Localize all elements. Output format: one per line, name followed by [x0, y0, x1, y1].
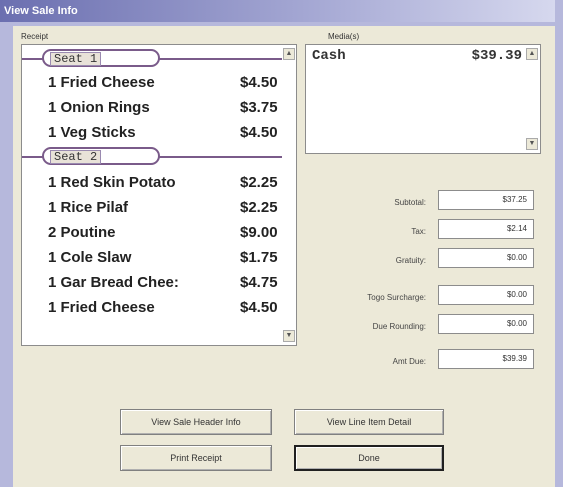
item-price: $4.50	[240, 124, 278, 141]
item-name: 1 Cole Slaw	[48, 249, 132, 266]
list-item[interactable]: 1 Red Skin Potato $2.25	[48, 172, 284, 194]
list-item[interactable]: 1 Cole Slaw $1.75	[48, 247, 284, 269]
media-row[interactable]: Cash $39.39	[312, 48, 522, 66]
amount-due-field[interactable]: $39.39	[438, 349, 534, 369]
item-name: 1 Gar Bread Chee:	[48, 274, 179, 291]
view-sale-header-info-button[interactable]: View Sale Header Info	[120, 409, 272, 435]
subtotal-label: Subtotal:	[394, 198, 426, 207]
print-receipt-button[interactable]: Print Receipt	[120, 445, 272, 471]
view-sale-info-window: View Sale Info Receipt Media(s) Seat 1 1…	[0, 0, 555, 487]
amount-due-label: Amt Due:	[392, 357, 426, 366]
subtotal-field[interactable]: $37.25	[438, 190, 534, 210]
media-list[interactable]: Cash $39.39 ▲ ▼	[305, 44, 541, 154]
list-item[interactable]: 1 Veg Sticks $4.50	[48, 122, 284, 144]
window-title: View Sale Info	[0, 0, 555, 22]
tax-label: Tax:	[411, 227, 426, 236]
item-price: $2.25	[240, 199, 278, 216]
item-name: 1 Fried Cheese	[48, 74, 155, 91]
togo-surcharge-label: Togo Surcharge:	[367, 293, 426, 302]
gratuity-field[interactable]: $0.00	[438, 248, 534, 268]
due-rounding-label: Due Rounding:	[372, 322, 426, 331]
item-name: 1 Onion Rings	[48, 99, 150, 116]
item-name: 2 Poutine	[48, 224, 116, 241]
item-price: $4.50	[240, 74, 278, 91]
item-price: $3.75	[240, 99, 278, 116]
scroll-down-icon[interactable]: ▼	[283, 330, 295, 342]
seat-label: Seat 2	[50, 150, 102, 164]
item-name: 1 Rice Pilaf	[48, 199, 129, 216]
seat-header-2: Seat 2	[22, 147, 284, 167]
item-name: 1 Red Skin Potato	[48, 174, 176, 191]
tax-field[interactable]: $2.14	[438, 219, 534, 239]
scroll-down-icon[interactable]: ▼	[526, 138, 538, 150]
seat-label: Seat 1	[50, 52, 102, 66]
scroll-up-icon[interactable]: ▲	[526, 48, 538, 60]
list-item[interactable]: 1 Fried Cheese $4.50	[48, 72, 284, 94]
media-amount: $39.39	[471, 48, 522, 64]
list-item[interactable]: 2 Poutine $9.00	[48, 222, 284, 244]
item-price: $4.50	[240, 299, 278, 316]
receipt-label: Receipt	[21, 32, 49, 41]
list-item[interactable]: 1 Onion Rings $3.75	[48, 97, 284, 119]
item-price: $9.00	[240, 224, 278, 241]
item-price: $1.75	[240, 249, 278, 266]
view-line-item-detail-button[interactable]: View Line Item Detail	[294, 409, 444, 435]
list-item[interactable]: 1 Fried Cheese $4.50	[48, 297, 284, 319]
scroll-up-icon[interactable]: ▲	[283, 48, 295, 60]
item-price: $2.25	[240, 174, 278, 191]
item-price: $4.75	[240, 274, 278, 291]
item-name: 1 Fried Cheese	[48, 299, 155, 316]
receipt-list[interactable]: Seat 1 1 Fried Cheese $4.50 1 Onion Ring…	[21, 44, 297, 346]
media-type: Cash	[312, 48, 346, 64]
gratuity-label: Gratuity:	[395, 256, 426, 265]
due-rounding-field[interactable]: $0.00	[438, 314, 534, 334]
seat-header-1: Seat 1	[22, 49, 284, 69]
done-button[interactable]: Done	[294, 445, 444, 471]
item-name: 1 Veg Sticks	[48, 124, 136, 141]
receipt-scrollbar[interactable]: ▲ ▼	[282, 45, 296, 345]
media-label: Media(s)	[328, 32, 360, 41]
list-item[interactable]: 1 Gar Bread Chee: $4.75	[48, 272, 284, 294]
list-item[interactable]: 1 Rice Pilaf $2.25	[48, 197, 284, 219]
togo-surcharge-field[interactable]: $0.00	[438, 285, 534, 305]
